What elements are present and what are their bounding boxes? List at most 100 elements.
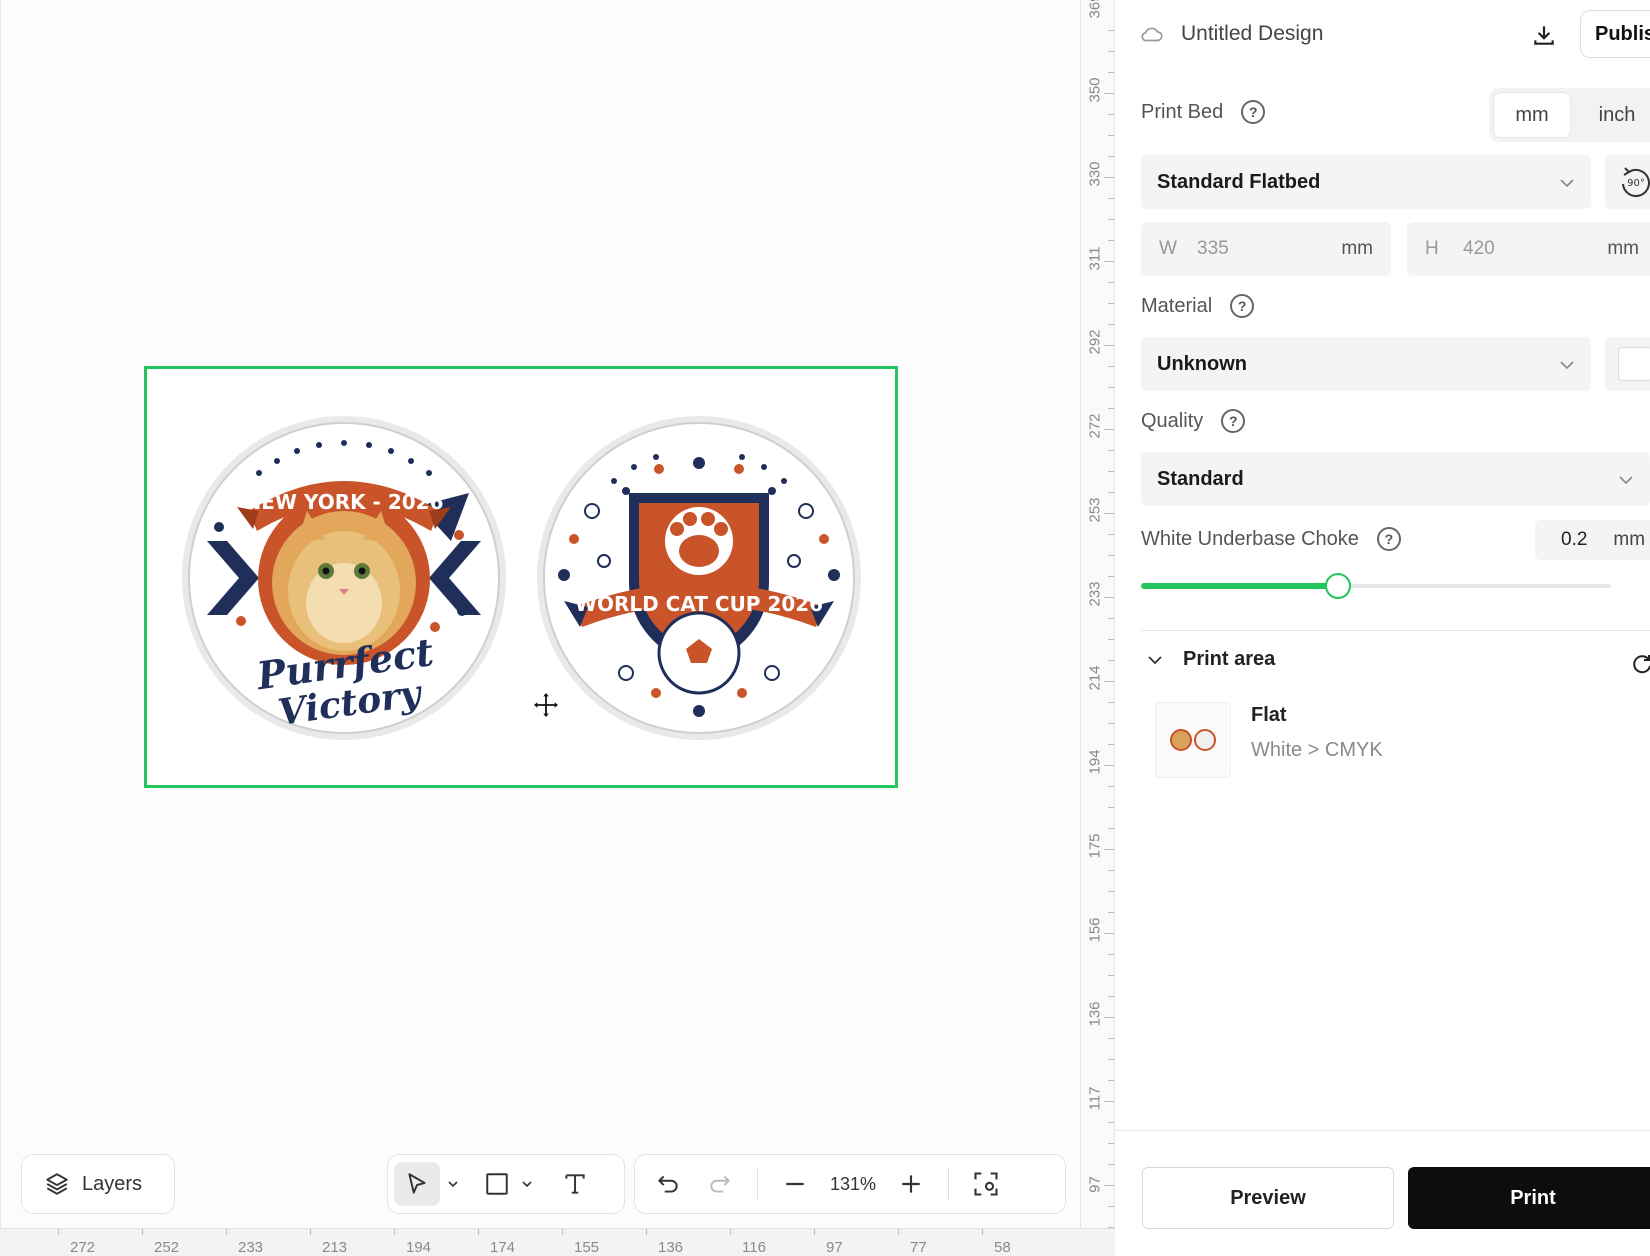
ruler-tick <box>646 1229 647 1235</box>
ruler-tick <box>1104 177 1114 178</box>
layers-button[interactable]: Layers <box>21 1154 175 1214</box>
ruler-label: 272 <box>70 1239 96 1256</box>
ruler-label: 175 <box>1086 833 1104 859</box>
fit-to-screen-button[interactable] <box>963 1162 1009 1206</box>
print-button[interactable]: Print <box>1408 1167 1650 1229</box>
select-tool-button[interactable] <box>394 1162 440 1206</box>
ruler-tick <box>1108 702 1114 703</box>
ruler-tick <box>226 1229 227 1235</box>
download-button[interactable] <box>1529 20 1559 50</box>
ruler-tick <box>1108 975 1114 976</box>
preview-button[interactable]: Preview <box>1142 1167 1394 1229</box>
ruler-tick <box>1108 450 1114 451</box>
footer-divider <box>1115 1130 1650 1131</box>
ruler-tick <box>1108 576 1114 577</box>
properties-panel: Untitled Design Publish Print Bed ? mm i… <box>1115 0 1650 1256</box>
material-color-swatch[interactable] <box>1605 337 1650 391</box>
white-underbase-label-row: White Underbase Choke ? <box>1141 527 1401 551</box>
sticker-new-york[interactable]: NEW YORK - 2026 Purrfect Victory <box>179 411 509 745</box>
unit-option-inch[interactable]: inch <box>1571 92 1650 138</box>
rotate-bed-button[interactable]: 90° <box>1605 155 1650 209</box>
sticker-world-cat-cup[interactable]: WORLD CAT CUP 2026 <box>534 411 864 745</box>
print-area-toggle[interactable]: Print area <box>1145 648 1275 671</box>
ruler-tick <box>730 1229 731 1235</box>
ruler-label: 233 <box>238 1239 264 1256</box>
rotate-label: 90° <box>1627 178 1645 189</box>
ruler-tick <box>1104 597 1114 598</box>
ruler-tick <box>58 1229 59 1235</box>
chevron-down-icon <box>522 1181 532 1188</box>
text-tool-button[interactable] <box>552 1162 598 1206</box>
ruler-label: 194 <box>406 1239 432 1256</box>
help-icon[interactable]: ? <box>1230 294 1255 318</box>
ruler-tick <box>1108 366 1114 367</box>
download-icon <box>1534 26 1554 45</box>
slider-handle[interactable] <box>1325 573 1352 599</box>
ruler-tick <box>1108 660 1114 661</box>
publish-button[interactable]: Publish <box>1580 10 1650 58</box>
ruler-tick <box>1108 219 1114 220</box>
ruler-label: 369 <box>1086 0 1104 19</box>
ruler-tick <box>1108 1143 1114 1144</box>
ruler-tick <box>1108 618 1114 619</box>
ruler-label: 155 <box>574 1239 600 1256</box>
unit-option-mm[interactable]: mm <box>1493 92 1571 138</box>
help-icon[interactable]: ? <box>1241 100 1266 124</box>
artboard-print-area[interactable]: NEW YORK - 2026 Purrfect Victory WORLD C… <box>144 366 898 788</box>
material-select[interactable]: Unknown <box>1141 337 1591 391</box>
white-underbase-slider[interactable] <box>1141 573 1611 599</box>
print-area-item[interactable]: Flat White > CMYK <box>1155 702 1383 778</box>
ruler-tick <box>1108 1038 1114 1039</box>
ruler-label: 252 <box>154 1239 180 1256</box>
ruler-tick <box>1108 534 1114 535</box>
ruler-tick <box>1108 555 1114 556</box>
quality-select[interactable]: Standard <box>1141 452 1650 506</box>
panel-header: Untitled Design Publish <box>1139 10 1650 58</box>
help-icon[interactable]: ? <box>1376 527 1401 551</box>
ruler-tick <box>1108 1059 1114 1060</box>
ruler-label: 311 <box>1086 246 1104 271</box>
height-field[interactable]: H 420 mm <box>1407 222 1650 276</box>
ruler-label: 292 <box>1086 329 1104 355</box>
ruler-tick <box>1104 1017 1114 1018</box>
bed-type-select[interactable]: Standard Flatbed <box>1141 155 1591 209</box>
white-underbase-input[interactable]: 0.2 mm <box>1535 520 1650 560</box>
ruler-label: 97 <box>1086 1176 1104 1193</box>
ruler-tick <box>1104 345 1114 346</box>
help-icon[interactable]: ? <box>1221 409 1246 433</box>
select-tool-dropdown[interactable] <box>446 1177 460 1191</box>
material-label: Material <box>1141 294 1213 317</box>
ruler-tick <box>1104 681 1114 682</box>
design-canvas[interactable]: NEW YORK - 2026 Purrfect Victory WORLD C… <box>0 0 1080 1228</box>
undo-button[interactable] <box>645 1162 691 1206</box>
ruler-label: 253 <box>1086 497 1104 523</box>
ruler-tick <box>1108 1122 1114 1123</box>
zoom-level[interactable]: 131% <box>818 1174 888 1195</box>
pointer-icon <box>408 1173 426 1194</box>
ruler-label: 156 <box>1086 917 1104 943</box>
shape-tool-button[interactable] <box>474 1162 520 1206</box>
shape-tool-dropdown[interactable] <box>520 1177 534 1191</box>
ruler-tick <box>1108 51 1114 52</box>
redo-button[interactable] <box>697 1162 743 1206</box>
history-zoom-group: 131% <box>634 1154 1066 1214</box>
tools-group <box>387 1154 625 1214</box>
refresh-icon[interactable] <box>1630 652 1650 676</box>
zoom-out-button[interactable] <box>772 1162 818 1206</box>
rotate-icon: 90° <box>1622 167 1650 197</box>
ruler-tick <box>1108 1206 1114 1207</box>
zoom-in-button[interactable] <box>888 1162 934 1206</box>
ruler-tick <box>1108 807 1114 808</box>
ruler-tick <box>1108 912 1114 913</box>
ruler-label: 213 <box>322 1239 348 1256</box>
ruler-tick <box>1108 954 1114 955</box>
width-field[interactable]: W 335 mm <box>1141 222 1391 276</box>
text-icon <box>565 1174 585 1194</box>
document-title[interactable]: Untitled Design <box>1181 22 1323 46</box>
ruler-label: 58 <box>994 1239 1011 1256</box>
height-key: H <box>1425 238 1439 259</box>
chevron-down-icon <box>1619 476 1633 485</box>
ruler-tick <box>1108 114 1114 115</box>
ruler-label: 117 <box>1086 1086 1104 1111</box>
ruler-label: 233 <box>1086 581 1104 607</box>
